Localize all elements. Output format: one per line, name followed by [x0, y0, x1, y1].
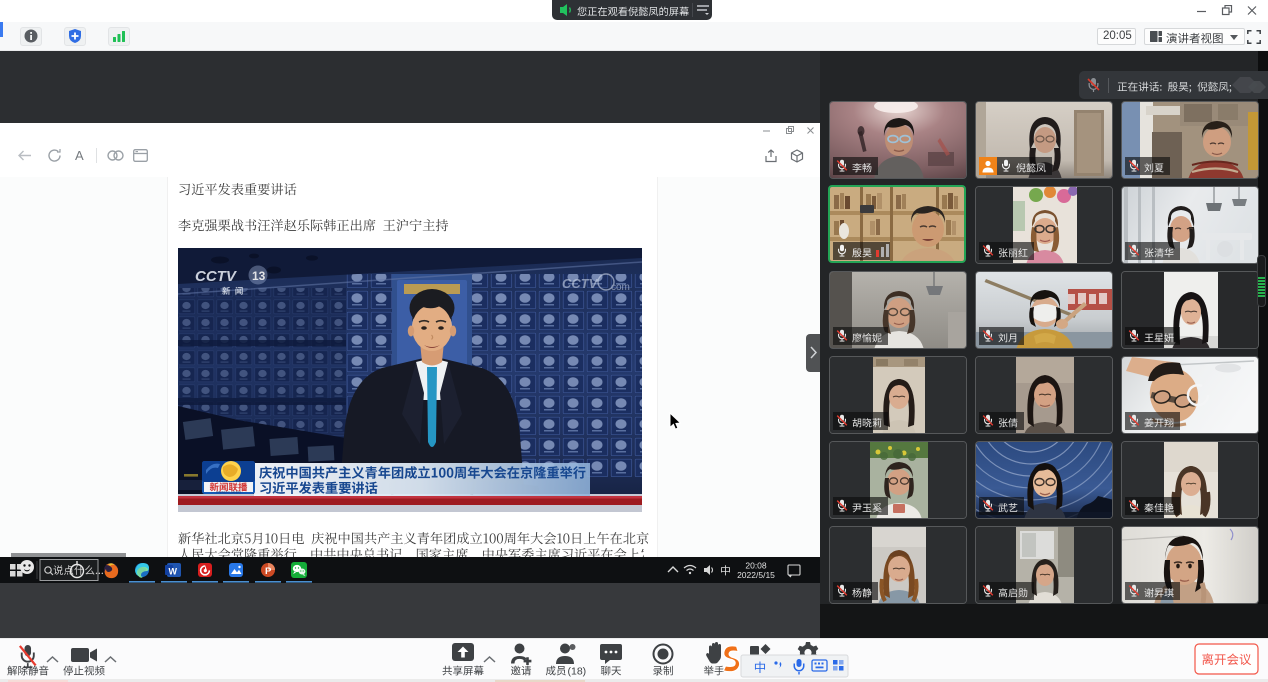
svg-text:W: W [169, 567, 178, 577]
svg-text:CCTV: CCTV [562, 276, 599, 291]
svg-text:P: P [265, 566, 272, 577]
svg-text:13: 13 [252, 269, 266, 283]
svg-text:com: com [611, 282, 630, 293]
svg-text:(18): (18) [568, 666, 587, 678]
svg-text:XINWEN LIANBO: XINWEN LIANBO [216, 491, 242, 495]
svg-text:20:08: 20:08 [745, 561, 767, 571]
svg-text:CCTV: CCTV [195, 268, 238, 285]
svg-text:2022/5/15: 2022/5/15 [737, 570, 775, 580]
